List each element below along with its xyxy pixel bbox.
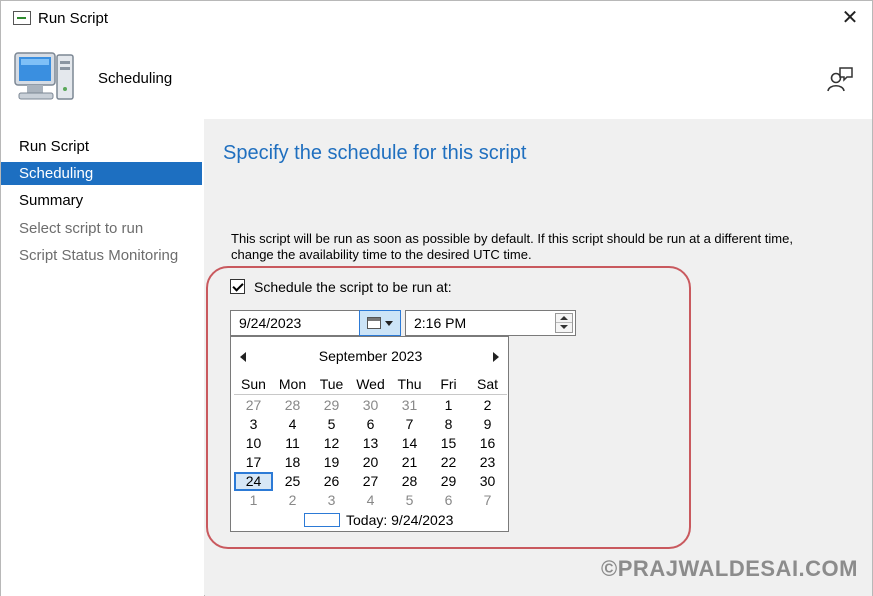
calendar-day[interactable]: 30 — [351, 396, 390, 415]
nav-item-label: Script Status Monitoring — [19, 247, 179, 264]
nav-item-label: Summary — [19, 192, 84, 209]
weekday-label: Sat — [476, 376, 498, 392]
calendar-day[interactable]: 29 — [312, 396, 351, 415]
calendar-month-label[interactable]: September 2023 — [231, 348, 510, 364]
calendar-day[interactable]: 9 — [468, 415, 507, 434]
calendar-day[interactable]: 26 — [312, 472, 351, 491]
calendar-day[interactable]: 19 — [312, 453, 351, 472]
calendar-day[interactable]: 20 — [351, 453, 390, 472]
time-picker[interactable]: 2:16 PM — [405, 310, 576, 336]
calendar-day[interactable]: 6 — [429, 491, 468, 510]
calendar-day[interactable]: 3 — [312, 491, 351, 510]
calendar-day[interactable]: 27 — [351, 472, 390, 491]
weekday-label: Wed — [356, 376, 385, 392]
close-icon[interactable]: ✕ — [838, 7, 862, 29]
calendar-week-row: 27 28 29 30 31 1 2 — [234, 396, 507, 415]
calendar-day[interactable]: 1 — [429, 396, 468, 415]
date-value[interactable]: 9/24/2023 — [239, 315, 301, 331]
time-spinner[interactable] — [555, 313, 573, 333]
weekday-label: Sun — [241, 376, 266, 392]
calendar-day[interactable]: 22 — [429, 453, 468, 472]
calendar-day[interactable]: 11 — [273, 434, 312, 453]
nav-item-scheduling[interactable]: Scheduling — [1, 162, 202, 185]
calendar-popup: September 2023 Sun Mon Tue Wed Thu Fri Sat 27 28… — [230, 336, 509, 532]
section-heading: Specify the schedule for this script — [223, 142, 527, 164]
calendar-day[interactable]: 7 — [390, 415, 429, 434]
nav-item-status-monitoring[interactable]: Script Status Monitoring — [1, 244, 202, 267]
wizard-nav: Run Script Scheduling Summary Select scr… — [1, 119, 204, 596]
calendar-day[interactable]: 2 — [468, 396, 507, 415]
weekday-label: Fri — [440, 376, 457, 392]
calendar-week-row: 1234567 — [234, 491, 507, 510]
calendar-day[interactable]: 28 — [273, 396, 312, 415]
next-month-icon[interactable] — [491, 351, 501, 363]
calendar-day[interactable]: 6 — [351, 415, 390, 434]
calendar-day[interactable]: 3 — [234, 415, 273, 434]
page-title: Scheduling — [98, 70, 173, 87]
time-value[interactable]: 2:16 PM — [414, 315, 466, 331]
calendar-week-row: 17 18 19 20 21 22 23 — [234, 453, 507, 472]
nav-item-summary[interactable]: Summary — [1, 189, 202, 212]
nav-item-select-script[interactable]: Select script to run — [1, 217, 202, 240]
watermark: ©PRAJWALDESAI.COM — [601, 556, 858, 581]
calendar-day[interactable]: 28 — [390, 472, 429, 491]
wizard-header: Scheduling — [1, 35, 872, 119]
schedule-checkbox[interactable] — [230, 279, 245, 294]
calendar-day[interactable]: 4 — [273, 415, 312, 434]
calendar-dropdown-button[interactable] — [359, 310, 401, 336]
calendar-week-row: 3456789 — [234, 415, 507, 434]
script-window-icon — [13, 11, 31, 25]
weekday-header-row: Sun Mon Tue Wed Thu Fri Sat — [234, 375, 507, 395]
calendar-day[interactable]: 5 — [312, 415, 351, 434]
calendar-day[interactable]: 21 — [390, 453, 429, 472]
run-script-window: Run Script ✕ Scheduling Run Script Sched… — [0, 0, 873, 596]
date-picker[interactable]: 9/24/2023 — [230, 310, 401, 336]
calendar-day[interactable]: 10 — [234, 434, 273, 453]
weekday-label: Tue — [319, 376, 344, 392]
weekday-label: Thu — [397, 376, 422, 392]
schedule-checkbox-label[interactable]: Schedule the script to be run at: — [254, 279, 452, 295]
calendar-day[interactable]: 23 — [468, 453, 507, 472]
nav-item-label: Select script to run — [19, 220, 144, 237]
calendar-day[interactable]: 31 — [390, 396, 429, 415]
calendar-day[interactable]: 1 — [234, 491, 273, 510]
chevron-down-icon — [385, 321, 393, 326]
calendar-day[interactable]: 12 — [312, 434, 351, 453]
calendar-day[interactable]: 7 — [468, 491, 507, 510]
calendar-icon — [367, 317, 381, 329]
main-panel: Specify the schedule for this script Thi… — [205, 119, 872, 596]
calendar-day[interactable]: 5 — [390, 491, 429, 510]
calendar-day[interactable]: 25 — [273, 472, 312, 491]
window-title: Run Script — [38, 10, 109, 27]
calendar-day[interactable]: 2 — [273, 491, 312, 510]
nav-item-run-script[interactable]: Run Script — [1, 135, 202, 158]
calendar-day[interactable]: 27 — [234, 396, 273, 415]
nav-item-label: Run Script — [19, 138, 90, 155]
calendar-day[interactable]: 17 — [234, 453, 273, 472]
calendar-grid: Sun Mon Tue Wed Thu Fri Sat 27 28 29 30 31 1 2 3 4 5 6 7 8 9… — [234, 375, 507, 510]
calendar-day[interactable]: 24 — [234, 472, 273, 491]
weekday-label: Mon — [278, 376, 307, 392]
help-person-icon[interactable] — [826, 65, 854, 93]
title-bar: Run Script ✕ — [1, 1, 872, 35]
calendar-day[interactable]: 18 — [273, 453, 312, 472]
calendar-day[interactable]: 14 — [390, 434, 429, 453]
nav-item-label: Scheduling — [19, 165, 94, 182]
today-marker — [304, 513, 340, 527]
calendar-day[interactable]: 15 — [429, 434, 468, 453]
calendar-day[interactable]: 16 — [468, 434, 507, 453]
calendar-day[interactable]: 29 — [429, 472, 468, 491]
spin-up-icon[interactable] — [556, 314, 572, 323]
schedule-description: This script will be run as soon as possi… — [231, 231, 793, 262]
calendar-day[interactable]: 13 — [351, 434, 390, 453]
today-label[interactable]: Today: 9/24/2023 — [346, 512, 453, 528]
calendar-day[interactable]: 4 — [351, 491, 390, 510]
calendar-day[interactable]: 8 — [429, 415, 468, 434]
calendar-week-row: 10 11 12 13 14 15 16 — [234, 434, 507, 453]
computer-icon — [14, 52, 74, 100]
spin-down-icon[interactable] — [556, 323, 572, 332]
calendar-week-row: 24 25 26 27 28 29 30 — [234, 472, 507, 491]
calendar-day[interactable]: 30 — [468, 472, 507, 491]
